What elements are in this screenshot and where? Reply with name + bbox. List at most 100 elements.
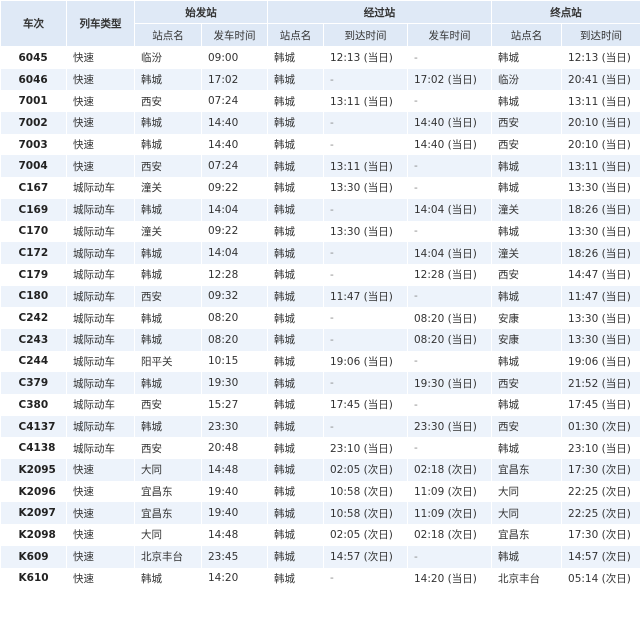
via-depart-time: - (407, 285, 493, 308)
via-arrive-time: 12:13 (当日) (323, 46, 408, 69)
via-arrive-time: - (323, 112, 408, 134)
via-station: 韩城 (267, 285, 324, 308)
train-type: 城际动车 (66, 220, 135, 243)
via-station: 韩城 (267, 133, 324, 156)
via-arrive-time: 10:58 (次日) (323, 480, 408, 503)
origin-depart-time: 14:40 (201, 112, 268, 134)
origin-depart-time: 14:04 (201, 198, 268, 221)
train-type: 城际动车 (66, 285, 135, 308)
terminal-arrive-time: 20:10 (当日) (561, 112, 640, 134)
terminal-arrive-time: 17:30 (次日) (561, 524, 640, 546)
origin-station: 大同 (134, 459, 202, 481)
terminal-arrive-time: 17:45 (当日) (561, 394, 640, 416)
origin-station: 韩城 (134, 133, 202, 156)
table-row: C170 城际动车 潼关 09:22 韩城 13:30 (当日) - 韩城 13:30 (当日) (0, 220, 640, 243)
table-row: 7004 快速 西安 07:24 韩城 13:11 (当日) - 韩城 13:11 (当日) (0, 155, 640, 178)
origin-depart-time: 14:48 (201, 459, 268, 481)
via-depart-time: - (407, 437, 493, 460)
table-row: K610 快速 韩城 14:20 韩城 -14:20 (当日) 北京丰台 05:14 (次日) (0, 567, 640, 590)
table-row: 7001 快速 西安 07:24 韩城 13:11 (当日) - 韩城 13:11 (当日) (0, 90, 640, 113)
train-type: 快速 (66, 46, 135, 69)
via-station: 韩城 (267, 567, 324, 590)
train-number: C4137 (0, 415, 67, 438)
header-terminal-group: 终点站 (491, 0, 640, 24)
train-number: C172 (0, 242, 67, 264)
train-number: K2095 (0, 459, 67, 481)
via-arrive-time: - (323, 567, 408, 590)
header-origin-depart: 发车时间 (201, 23, 268, 47)
terminal-arrive-time: 05:14 (次日) (561, 567, 640, 590)
table-row: C4137 城际动车 韩城 23:30 韩城 -23:30 (当日) 西安 01:30 (次日… (0, 415, 640, 438)
via-arrive-time: 13:30 (当日) (323, 220, 408, 243)
via-station: 韩城 (267, 263, 324, 286)
train-number: C380 (0, 394, 67, 416)
origin-depart-time: 23:45 (201, 545, 268, 568)
terminal-station: 韩城 (491, 220, 563, 243)
terminal-station: 安康 (491, 307, 563, 329)
terminal-arrive-time: 20:10 (当日) (561, 133, 640, 156)
table-row: C179 城际动车 韩城 12:28 韩城 -12:28 (当日) 西安 14:47 (当日) (0, 263, 640, 286)
train-type: 城际动车 (66, 372, 135, 394)
origin-depart-time: 12:28 (201, 263, 268, 286)
via-arrive-time: 10:58 (次日) (323, 502, 408, 525)
train-number: K2096 (0, 480, 67, 503)
terminal-arrive-time: 22:25 (次日) (561, 480, 640, 503)
train-number: C180 (0, 285, 67, 308)
origin-depart-time: 10:15 (201, 350, 268, 373)
train-number: K2098 (0, 524, 67, 546)
table-row: C380 城际动车 西安 15:27 韩城 17:45 (当日) - 韩城 17:45 (当日) (0, 394, 640, 416)
terminal-station: 安康 (491, 328, 563, 351)
terminal-station: 宜昌东 (491, 524, 563, 546)
origin-station: 韩城 (134, 307, 202, 329)
table-row: K2096 快速 宜昌东 19:40 韩城 10:58 (次日) 11:09 (次日) 大同 2… (0, 480, 640, 503)
terminal-arrive-time: 13:30 (当日) (561, 220, 640, 243)
terminal-arrive-time: 11:47 (当日) (561, 285, 640, 308)
terminal-arrive-time: 19:06 (当日) (561, 350, 640, 373)
via-depart-time: - (407, 177, 493, 199)
table-row: 6045 快速 临汾 09:00 韩城 12:13 (当日) - 韩城 12:13 (当日) (0, 46, 640, 69)
via-depart-time: - (407, 350, 493, 373)
via-depart-time: - (407, 90, 493, 113)
origin-depart-time: 14:40 (201, 133, 268, 156)
via-depart-time: 14:40 (当日) (407, 133, 493, 156)
via-depart-time: 14:40 (当日) (407, 112, 493, 134)
terminal-station: 西安 (491, 372, 563, 394)
train-number: C243 (0, 328, 67, 351)
origin-station: 宜昌东 (134, 480, 202, 503)
via-station: 韩城 (267, 90, 324, 113)
train-number: C167 (0, 177, 67, 199)
train-number: C379 (0, 372, 67, 394)
table-row: C167 城际动车 潼关 09:22 韩城 13:30 (当日) - 韩城 13:30 (当日) (0, 177, 640, 199)
origin-depart-time: 07:24 (201, 155, 268, 178)
via-arrive-time: 13:11 (当日) (323, 90, 408, 113)
terminal-arrive-time: 23:10 (当日) (561, 437, 640, 460)
terminal-station: 韩城 (491, 177, 563, 199)
table-row: C169 城际动车 韩城 14:04 韩城 -14:04 (当日) 潼关 18:26 (当日) (0, 198, 640, 221)
via-station: 韩城 (267, 459, 324, 481)
train-number: 6045 (0, 46, 67, 69)
timetable-body: 6045 快速 临汾 09:00 韩城 12:13 (当日) - 韩城 12:13 (当日) 60… (0, 46, 640, 590)
origin-station: 韩城 (134, 242, 202, 264)
origin-station: 西安 (134, 155, 202, 178)
train-number: C242 (0, 307, 67, 329)
via-station: 韩城 (267, 198, 324, 221)
terminal-station: 韩城 (491, 394, 563, 416)
train-number: C169 (0, 198, 67, 221)
train-number: 7004 (0, 155, 67, 178)
via-depart-time: 19:30 (当日) (407, 372, 493, 394)
origin-station: 阳平关 (134, 350, 202, 373)
train-number: 7003 (0, 133, 67, 156)
via-arrive-time: - (323, 328, 408, 351)
origin-depart-time: 08:20 (201, 328, 268, 351)
via-arrive-time: - (323, 307, 408, 329)
header-terminal-station: 站点名 (491, 23, 563, 47)
origin-station: 韩城 (134, 263, 202, 286)
train-type: 快速 (66, 545, 135, 568)
via-station: 韩城 (267, 350, 324, 373)
table-row: 6046 快速 韩城 17:02 韩城 -17:02 (当日) 临汾 20:41 (当日) (0, 68, 640, 91)
train-type: 快速 (66, 524, 135, 546)
terminal-station: 大同 (491, 502, 563, 525)
origin-station: 北京丰台 (134, 545, 202, 568)
via-station: 韩城 (267, 307, 324, 329)
table-row: C172 城际动车 韩城 14:04 韩城 -14:04 (当日) 潼关 18:26 (当日) (0, 242, 640, 264)
